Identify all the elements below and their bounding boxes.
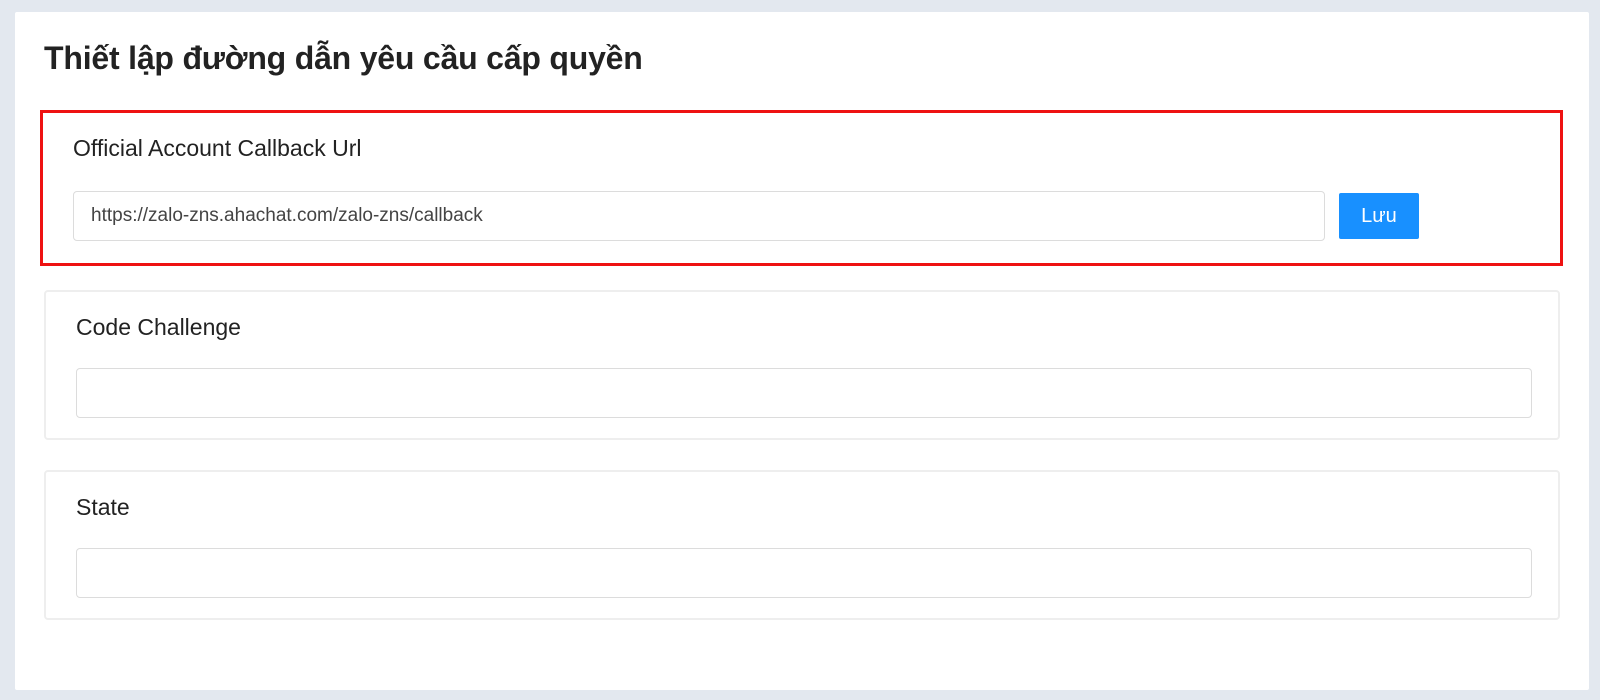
state-label: State: [76, 494, 130, 520]
code-challenge-label: Code Challenge: [76, 314, 241, 340]
save-button[interactable]: Lưu: [1339, 193, 1419, 239]
callback-url-label: Official Account Callback Url: [73, 135, 362, 161]
state-input[interactable]: [76, 548, 1532, 598]
code-challenge-section: Code Challenge: [44, 290, 1560, 440]
code-challenge-input[interactable]: [76, 368, 1532, 418]
page-title: Thiết lập đường dẫn yêu cầu cấp quyền: [44, 40, 643, 76]
callback-url-input[interactable]: [73, 191, 1325, 241]
callback-url-section: Official Account Callback Url Lưu: [40, 110, 1563, 266]
state-section: State: [44, 470, 1560, 620]
